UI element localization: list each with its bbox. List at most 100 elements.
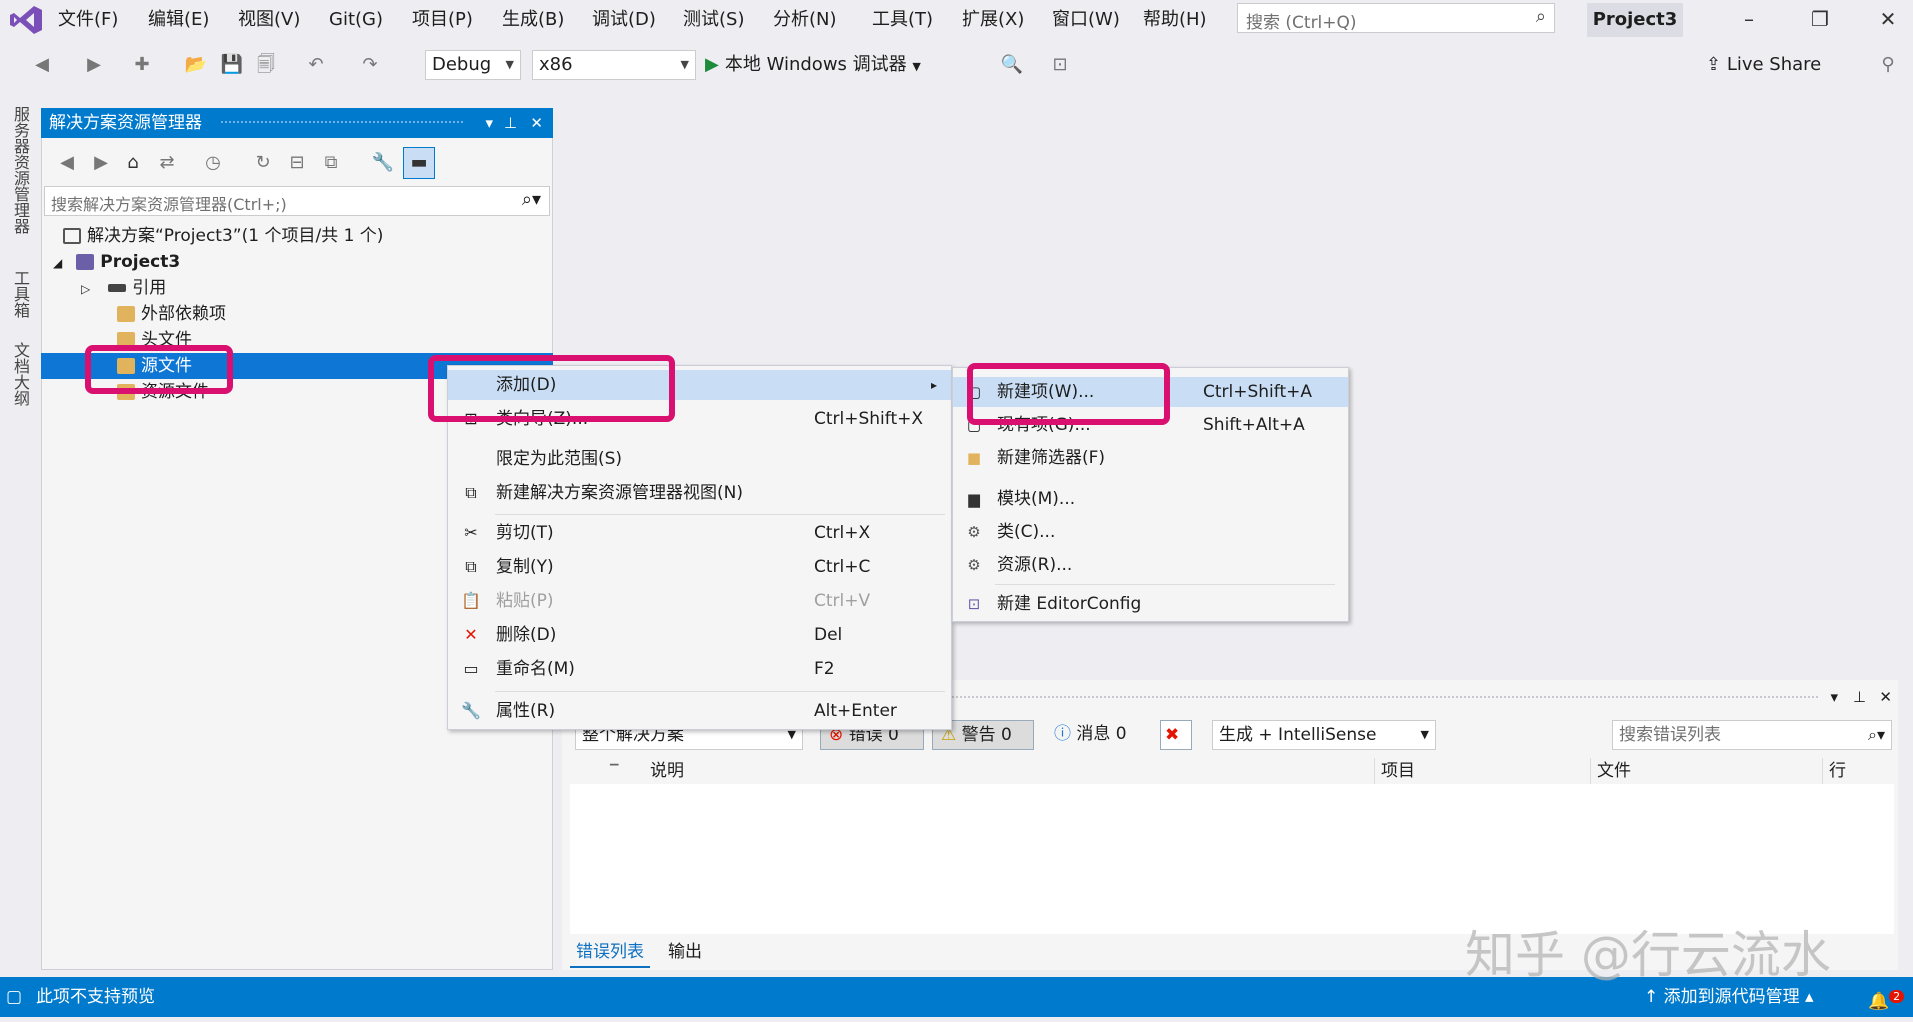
highlight-new-item xyxy=(967,363,1170,425)
ctx-new-explorer-view[interactable]: ⧉ 新建解决方案资源管理器视图(N) xyxy=(448,478,951,508)
visual-studio-logo-icon[interactable] xyxy=(8,4,44,36)
tree-item-references[interactable]: ▷ 引用 xyxy=(41,275,553,301)
share-icon: ⇪ xyxy=(1706,54,1722,75)
server-explorer-tab[interactable]: 服务器资源管理器 xyxy=(2,106,32,234)
back-icon[interactable]: ◀ xyxy=(55,151,79,175)
title-grip xyxy=(952,696,1818,698)
search-icon: ⌕▾ xyxy=(1868,725,1885,744)
open-folder-icon[interactable]: 📂 xyxy=(184,53,208,77)
pending-changes-icon[interactable]: ◷ xyxy=(201,151,225,175)
ctx-scope-to-this[interactable]: 限定为此范围(S) xyxy=(448,444,951,474)
save-icon[interactable]: 💾 xyxy=(220,53,244,77)
menu-git[interactable]: Git(G) xyxy=(323,8,389,32)
clear-filter-icon: ✖ xyxy=(1165,725,1180,745)
solution-explorer-search-input[interactable]: 搜索解决方案资源管理器(Ctrl+;) ⌕▾ xyxy=(44,186,550,216)
error-search-placeholder: 搜索错误列表 xyxy=(1619,725,1721,745)
menu-file[interactable]: 文件(F) xyxy=(52,8,124,32)
sub-class[interactable]: ⚙ 类(C)... xyxy=(953,517,1348,547)
menu-analyze[interactable]: 分析(N) xyxy=(767,8,843,32)
menu-project[interactable]: 项目(P) xyxy=(406,8,479,32)
clear-filter-button[interactable]: ✖ xyxy=(1160,720,1192,750)
feedback-icon[interactable]: ⚲ xyxy=(1876,53,1900,77)
ctx-paste[interactable]: 📋 粘贴(P) Ctrl+V xyxy=(448,586,951,616)
preview-selected-icon[interactable]: ▬ xyxy=(403,147,435,179)
forward-icon[interactable]: ▶ xyxy=(82,53,106,77)
sub-resource[interactable]: ⚙ 资源(R)... xyxy=(953,550,1348,580)
error-search-input[interactable]: 搜索错误列表 ⌕▾ xyxy=(1612,720,1892,750)
menu-extensions[interactable]: 扩展(X) xyxy=(956,8,1030,32)
tree-item-solution[interactable]: 解决方案“Project3”(1 个项目/共 1 个) xyxy=(41,223,553,249)
restore-icon[interactable]: ❐ xyxy=(1800,4,1840,34)
pin-icon[interactable]: ⊥ xyxy=(504,108,517,138)
save-all-icon[interactable]: 🗐 xyxy=(254,53,278,77)
new-project-icon[interactable]: ✚ xyxy=(130,53,154,77)
menu-test[interactable]: 测试(S) xyxy=(677,8,750,32)
find-in-files-icon[interactable]: 🔍 xyxy=(1000,53,1024,77)
back-icon[interactable]: ◀ xyxy=(30,53,54,77)
platform-dropdown[interactable]: x86 ▼ xyxy=(532,50,696,80)
search-icon: ⌕▾ xyxy=(521,189,541,210)
rename-icon: ▭ xyxy=(463,659,479,678)
config-dropdown[interactable]: Debug ▼ xyxy=(425,50,521,80)
start-debugging-button[interactable]: ▶ 本地 Windows 调试器 ▼ xyxy=(705,50,921,80)
column-file[interactable]: 文件 xyxy=(1590,758,1631,784)
dropdown-icon[interactable]: ▾ xyxy=(1830,688,1838,706)
notifications-bell-icon[interactable]: 🔔 2 xyxy=(1868,977,1905,1022)
dropdown-icon[interactable]: ▾ xyxy=(485,108,493,138)
sub-new-filter[interactable]: ■ 新建筛选器(F) xyxy=(953,443,1348,473)
refresh-icon[interactable]: ↻ xyxy=(251,151,275,175)
close-icon[interactable]: ✕ xyxy=(1879,688,1892,706)
build-filter-dropdown[interactable]: 生成 + IntelliSense ▼ xyxy=(1212,720,1436,750)
ctx-rename[interactable]: ▭ 重命名(M) F2 xyxy=(448,654,951,684)
tab-error-list[interactable]: 错误列表 xyxy=(570,938,650,968)
title-grip xyxy=(221,121,463,123)
properties-icon[interactable]: 🔧 xyxy=(371,151,395,175)
live-share-button[interactable]: ⇪ Live Share xyxy=(1706,50,1821,80)
sub-new-editorconfig[interactable]: ⊡ 新建 EditorConfig xyxy=(953,589,1348,619)
ctx-item-shortcut: Alt+Enter xyxy=(814,701,897,721)
switch-views-icon[interactable]: ⇄ xyxy=(155,151,179,175)
toolbox-tab[interactable]: 工具箱 xyxy=(2,270,32,318)
minimize-icon[interactable]: – xyxy=(1729,4,1769,34)
ctx-cut[interactable]: ✂ 剪切(T) Ctrl+X xyxy=(448,518,951,548)
forward-icon[interactable]: ▶ xyxy=(89,151,113,175)
error-list-header: ▾ ⊥ ✕ xyxy=(952,688,1898,708)
show-all-files-icon[interactable]: ⧉ xyxy=(319,151,343,175)
menu-view[interactable]: 视图(V) xyxy=(232,8,306,32)
ctx-item-label: 属性(R) xyxy=(496,701,556,721)
references-icon xyxy=(108,284,127,292)
tree-item-external-deps[interactable]: 外部依赖项 xyxy=(41,301,553,327)
screenshot-icon[interactable]: ⊡ xyxy=(1048,53,1072,77)
tab-output[interactable]: 输出 xyxy=(662,938,708,966)
column-description[interactable]: 说明 xyxy=(650,758,684,784)
tree-item-project[interactable]: ◢ Project3 xyxy=(41,249,553,275)
redo-icon[interactable]: ↷ xyxy=(358,53,382,77)
collapse-all-icon[interactable]: ⊟ xyxy=(285,151,309,175)
global-search-placeholder: 搜索 (Ctrl+Q) xyxy=(1246,13,1357,33)
run-label: 本地 Windows 调试器 xyxy=(724,54,907,75)
menu-build[interactable]: 生成(B) xyxy=(496,8,570,32)
menu-tools[interactable]: 工具(T) xyxy=(866,8,939,32)
messages-filter-button[interactable]: ⓘ 消息 0 xyxy=(1046,720,1150,750)
close-icon[interactable]: ✕ xyxy=(1868,4,1908,34)
ctx-delete[interactable]: ✕ 删除(D) Del xyxy=(448,620,951,650)
close-icon[interactable]: ✕ xyxy=(530,108,543,138)
menu-help[interactable]: 帮助(H) xyxy=(1137,8,1213,32)
menu-edit[interactable]: 编辑(E) xyxy=(142,8,215,32)
column-line[interactable]: 行 xyxy=(1822,758,1846,784)
menu-window[interactable]: 窗口(W) xyxy=(1046,8,1126,32)
home-icon[interactable]: ⌂ xyxy=(121,151,145,175)
menu-debug[interactable]: 调试(D) xyxy=(586,8,662,32)
editorconfig-icon: ⊡ xyxy=(967,595,981,613)
pin-icon[interactable]: ⊥ xyxy=(1853,688,1866,706)
ctx-item-label: 重命名(M) xyxy=(496,659,575,679)
solution-explorer-search-placeholder: 搜索解决方案资源管理器(Ctrl+;) xyxy=(51,195,287,214)
column-project[interactable]: 项目 xyxy=(1374,758,1415,784)
global-search-input[interactable]: 搜索 (Ctrl+Q) ⌕ xyxy=(1237,3,1555,33)
ctx-properties[interactable]: 🔧 属性(R) Alt+Enter xyxy=(448,696,951,726)
project-title: Project3 xyxy=(1587,3,1683,37)
ctx-copy[interactable]: ⧉ 复制(Y) Ctrl+C xyxy=(448,552,951,582)
document-outline-tab[interactable]: 文档大纲 xyxy=(2,342,32,406)
undo-icon[interactable]: ↶ xyxy=(304,53,328,77)
sub-module[interactable]: ▆ 模块(M)... xyxy=(953,484,1348,514)
